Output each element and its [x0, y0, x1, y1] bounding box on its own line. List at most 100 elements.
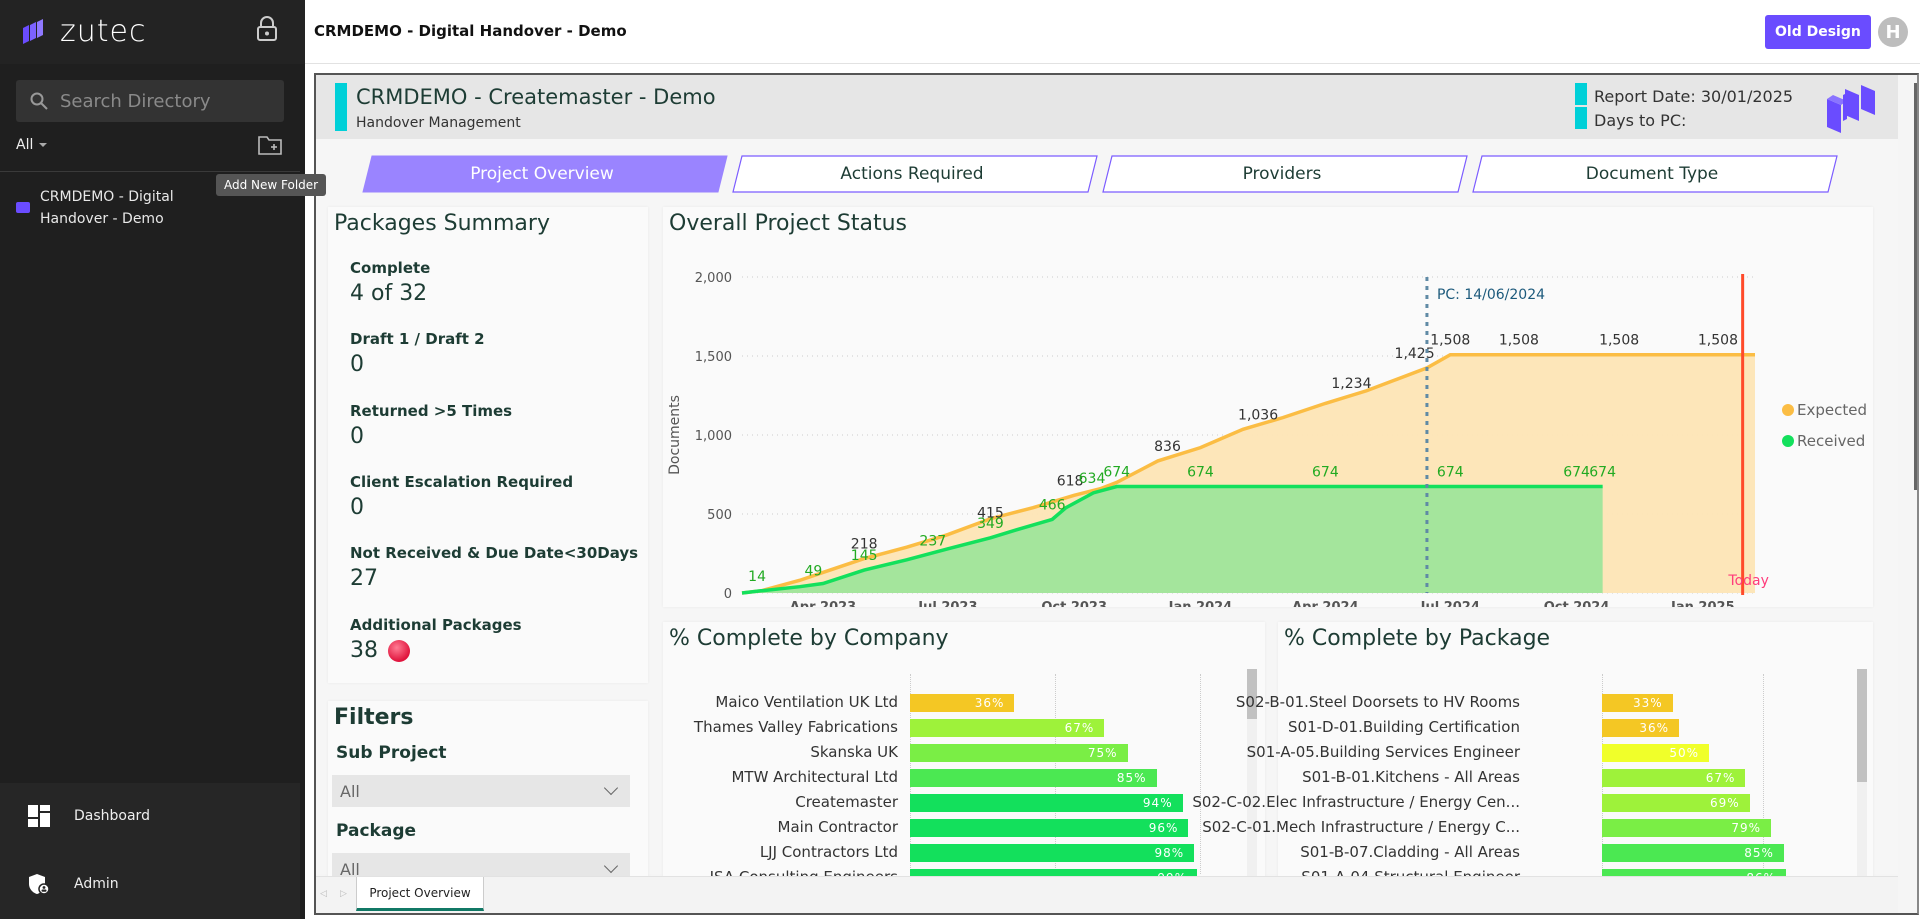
- bar-value-label: 85%: [1744, 846, 1774, 860]
- nav-item-dashboard[interactable]: Dashboard: [28, 805, 150, 827]
- data-label-received: 349: [977, 516, 1004, 532]
- kpi-label: Draft 1 / Draft 2: [350, 330, 485, 348]
- zutec-logo-icon: [23, 18, 43, 44]
- bar[interactable]: 85%: [910, 769, 1157, 787]
- report-scrollbar[interactable]: [1914, 83, 1917, 490]
- package-chart-scrollbar[interactable]: [1857, 669, 1867, 879]
- sub-project-dropdown[interactable]: All: [332, 775, 630, 807]
- bar[interactable]: 69%: [1602, 794, 1750, 812]
- page-tab-project-overview[interactable]: Project Overview: [356, 877, 484, 911]
- bar[interactable]: 50%: [1602, 744, 1709, 762]
- bar-value-label: 98%: [1154, 846, 1185, 860]
- top-bar: CRMDEMO - Digital Handover - Demo Old De…: [305, 0, 1920, 64]
- bar[interactable]: 33%: [1602, 694, 1673, 712]
- y-tick-label: 2,000: [695, 271, 732, 286]
- search-input[interactable]: [60, 90, 260, 112]
- add-folder-icon[interactable]: [258, 135, 282, 155]
- data-label-received: 674: [1563, 465, 1590, 481]
- brand-logo[interactable]: zutec: [22, 14, 146, 49]
- bar-category-label: S01-D-01.Building Certification: [1288, 718, 1520, 736]
- bar-value-label: 75%: [1087, 746, 1118, 760]
- bar[interactable]: 67%: [910, 719, 1105, 737]
- search-directory[interactable]: [16, 80, 284, 122]
- data-label-received: 674: [1312, 465, 1339, 481]
- folder-icon: [16, 202, 30, 213]
- bar[interactable]: 79%: [1602, 819, 1772, 837]
- bar[interactable]: 67%: [1602, 769, 1746, 787]
- zutec-report-logo-icon: [1827, 85, 1875, 133]
- data-label-expected: 1,508: [1499, 333, 1539, 349]
- overall-status-card: Overall Project Status 0 500 1,000 1,500 2,0…: [663, 207, 1873, 607]
- x-tick-label: Jan 2024: [1168, 600, 1233, 607]
- tab-project-overview[interactable]: Project Overview: [362, 155, 728, 193]
- bar[interactable]: 98%: [910, 844, 1195, 862]
- prev-page-icon[interactable]: ◁: [320, 889, 327, 899]
- legend-marker-received: [1782, 435, 1794, 447]
- bar[interactable]: 85%: [1602, 844, 1784, 862]
- tab-label: Actions Required: [840, 164, 984, 184]
- y-tick-label: 500: [707, 508, 732, 523]
- y-tick-label: 1,000: [695, 429, 732, 444]
- bar-value-label: 36%: [1639, 721, 1670, 735]
- page-tab-bar: ◁ ▷ Project Overview: [316, 876, 1898, 913]
- dashboard-icon: [28, 805, 50, 827]
- tree-item-label: CRMDEMO - Digital Handover - Demo: [40, 189, 174, 227]
- data-label-received: 634: [1079, 471, 1106, 487]
- tab-document-type[interactable]: Document Type: [1472, 155, 1838, 193]
- data-label-received: 49: [804, 563, 822, 579]
- bar-category-label: Skanska UK: [810, 743, 898, 761]
- chart-title: % Complete by Company: [669, 626, 949, 651]
- report-header: CRMDEMO - Createmaster - Demo Handover M…: [316, 75, 1898, 139]
- legend-marker-expected: [1782, 404, 1794, 416]
- data-label-expected: 1,508: [1430, 333, 1470, 349]
- tab-actions-required[interactable]: Actions Required: [732, 155, 1098, 193]
- lock-icon[interactable]: [255, 16, 279, 42]
- x-tick-label: Oct 2024: [1544, 600, 1610, 607]
- next-page-icon[interactable]: ▷: [340, 889, 347, 899]
- old-design-button[interactable]: Old Design: [1765, 15, 1871, 49]
- bar[interactable]: 75%: [910, 744, 1128, 762]
- company-complete-card: % Complete by Company Maico Ventilation …: [663, 622, 1265, 887]
- gridline: [1200, 674, 1201, 874]
- data-label-received: 14: [748, 569, 766, 585]
- avatar[interactable]: H: [1878, 17, 1908, 47]
- nav-item-label: Dashboard: [74, 808, 150, 824]
- bar-category-label: Thames Valley Fabrications: [693, 718, 898, 736]
- bar[interactable]: 94%: [910, 794, 1183, 812]
- directory-filter-dropdown[interactable]: All: [16, 137, 48, 153]
- sidebar-nav: Dashboard Admin: [0, 783, 300, 919]
- directory-filter-label: All: [16, 137, 34, 153]
- scrollbar-thumb[interactable]: [1857, 669, 1867, 782]
- data-label-expected: 1,425: [1395, 346, 1435, 362]
- bar-value-label: 69%: [1709, 796, 1740, 810]
- bar[interactable]: 96%: [910, 819, 1189, 837]
- card-title: Packages Summary: [334, 211, 550, 236]
- bar-category-label: S01-A-05.Building Services Engineer: [1246, 743, 1520, 761]
- bar[interactable]: 36%: [1602, 719, 1680, 737]
- main-area: CRMDEMO - Digital Handover - Demo Old De…: [305, 0, 1920, 919]
- nav-item-admin[interactable]: Admin: [28, 873, 119, 895]
- packages-summary-card: Packages Summary Complete 4 of 32 Draft …: [328, 207, 648, 683]
- bar-value-label: 33%: [1632, 696, 1663, 710]
- kpi-label: Complete: [350, 259, 431, 277]
- bar[interactable]: 36%: [910, 694, 1015, 712]
- bar-category-label: Main Contractor: [777, 818, 898, 836]
- accent-bar: [1575, 83, 1587, 105]
- dropdown-value: All: [340, 781, 360, 801]
- kpi-value-row: 38: [350, 638, 522, 663]
- tree-item-project[interactable]: CRMDEMO - Digital Handover - Demo: [16, 186, 246, 230]
- page-title: CRMDEMO - Digital Handover - Demo: [314, 22, 627, 40]
- kpi-value: 0: [350, 352, 364, 377]
- caret-down-icon: [39, 143, 48, 147]
- report-dates: Report Date: 30/01/2025 Days to PC:: [1594, 85, 1793, 133]
- sidebar: zutec All Add New Folder CRMDEMO - Digit…: [0, 0, 327, 919]
- kpi-label: Client Escalation Required: [350, 473, 574, 491]
- tab-providers[interactable]: Providers: [1102, 155, 1468, 193]
- admin-shield-icon: [29, 874, 50, 895]
- x-tick-label: Jul 2024: [1420, 600, 1480, 607]
- bar-value-label: 67%: [1064, 721, 1095, 735]
- sidebar-divider: [0, 171, 300, 172]
- kpi-returned: Returned >5 Times 0: [350, 402, 512, 449]
- data-label-expected: 1,234: [1331, 376, 1371, 392]
- data-label-received: 674: [1589, 465, 1616, 481]
